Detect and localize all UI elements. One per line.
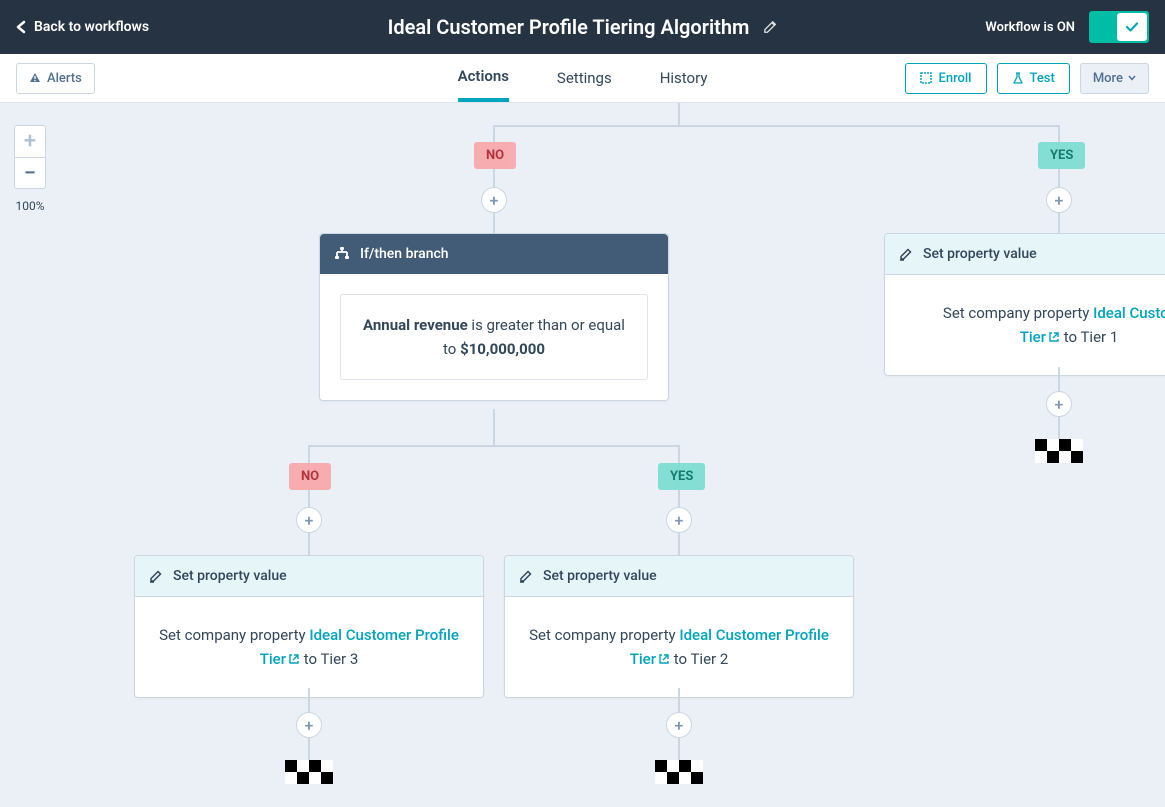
card-title: Set property value <box>173 568 287 584</box>
zoom-out-button[interactable]: − <box>14 157 46 189</box>
edit-icon <box>149 569 163 583</box>
edit-icon <box>899 247 913 261</box>
test-button[interactable]: Test <box>997 63 1070 94</box>
branch-card[interactable]: If/then branch Annual revenue is greater… <box>319 233 669 401</box>
caret-down-icon <box>1128 75 1136 81</box>
enroll-icon <box>920 72 932 84</box>
action-to: to <box>300 650 320 668</box>
workflow-title-wrap: Ideal Customer Profile Tiering Algorithm <box>388 15 778 39</box>
branch-badge-no: NO <box>289 463 331 490</box>
workflow-canvas[interactable]: + − 100% NO YES + + If/ <box>0 103 1165 807</box>
workflow-toggle[interactable] <box>1089 11 1149 43</box>
external-link-icon <box>288 653 300 665</box>
enroll-label: Enroll <box>938 71 971 86</box>
finish-flag-icon <box>285 760 333 784</box>
warning-icon <box>29 72 41 84</box>
back-label: Back to workflows <box>34 19 149 35</box>
more-button[interactable]: More <box>1080 63 1149 94</box>
action-prefix: Set company property <box>943 304 1093 322</box>
sub-bar: Alerts Actions Settings History Enroll T… <box>0 54 1165 103</box>
add-action-button[interactable]: + <box>481 187 507 213</box>
branch-condition: Annual revenue is greater than or equal … <box>340 294 648 380</box>
set-property-card-tier2[interactable]: Set property value Set company property … <box>504 555 854 698</box>
zoom-in-button[interactable]: + <box>14 125 46 157</box>
condition-property: Annual revenue <box>363 316 468 334</box>
diagram: NO YES + + If/then branch Annual revenue… <box>0 103 1165 807</box>
zoom-controls: + − 100% <box>14 125 46 213</box>
add-action-button[interactable]: + <box>296 712 322 738</box>
topbar-right: Workflow is ON <box>985 11 1149 43</box>
card-body: Set company property Ideal Customer Tier… <box>885 275 1165 375</box>
action-value: Tier 3 <box>320 650 358 668</box>
card-header: Set property value <box>135 556 483 597</box>
toggle-knob <box>1117 13 1147 41</box>
subbar-right-buttons: Enroll Test More <box>905 63 1149 94</box>
branch-badge-yes: YES <box>1038 142 1085 169</box>
branch-card-header: If/then branch <box>320 234 668 274</box>
action-prefix: Set company property <box>529 626 679 644</box>
alerts-button[interactable]: Alerts <box>16 63 95 94</box>
add-action-button[interactable]: + <box>296 507 322 533</box>
pencil-icon[interactable] <box>763 20 777 34</box>
finish-flag-icon <box>655 760 703 784</box>
tab-history[interactable]: History <box>660 54 708 102</box>
back-to-workflows-link[interactable]: Back to workflows <box>16 19 149 35</box>
set-property-card-tier1[interactable]: Set property value Set company property … <box>884 233 1165 376</box>
external-link-icon <box>1048 331 1060 343</box>
branch-card-body: Annual revenue is greater than or equal … <box>320 274 668 400</box>
add-action-button[interactable]: + <box>666 507 692 533</box>
card-body: Set company property Ideal Customer Prof… <box>135 597 483 697</box>
branch-card-title: If/then branch <box>360 246 449 262</box>
add-action-button[interactable]: + <box>1046 391 1072 417</box>
external-link-icon <box>658 653 670 665</box>
check-icon <box>1125 20 1139 34</box>
zoom-percentage: 100% <box>14 199 46 213</box>
condition-value: $10,000,000 <box>460 340 545 358</box>
connector <box>493 125 1059 127</box>
add-action-button[interactable]: + <box>666 712 692 738</box>
action-prefix: Set company property <box>159 626 309 644</box>
tabs: Actions Settings History <box>458 54 708 102</box>
test-label: Test <box>1030 71 1055 86</box>
chevron-left-icon <box>16 20 26 34</box>
action-value: Tier 1 <box>1080 328 1118 346</box>
action-value: Tier 2 <box>690 650 728 668</box>
edit-icon <box>519 569 533 583</box>
branch-icon <box>334 247 350 261</box>
workflow-title: Ideal Customer Profile Tiering Algorithm <box>388 15 750 39</box>
connector <box>678 103 680 125</box>
add-action-button[interactable]: + <box>1046 187 1072 213</box>
tab-actions[interactable]: Actions <box>458 54 509 102</box>
branch-badge-yes: YES <box>658 463 705 490</box>
workflow-status: Workflow is ON <box>985 20 1075 35</box>
tab-settings[interactable]: Settings <box>557 54 612 102</box>
card-body: Set company property Ideal Customer Prof… <box>505 597 853 697</box>
set-property-card-tier3[interactable]: Set property value Set company property … <box>134 555 484 698</box>
flask-icon <box>1012 72 1024 84</box>
card-title: Set property value <box>923 246 1037 262</box>
connector <box>308 445 310 555</box>
branch-badge-no: NO <box>474 142 516 169</box>
connector <box>308 445 680 447</box>
alerts-label: Alerts <box>47 71 82 86</box>
connector <box>678 445 680 555</box>
enroll-button[interactable]: Enroll <box>905 63 986 94</box>
card-title: Set property value <box>543 568 657 584</box>
card-header: Set property value <box>885 234 1165 275</box>
connector <box>493 409 495 445</box>
more-label: More <box>1093 71 1123 86</box>
action-to: to <box>1060 328 1080 346</box>
card-header: Set property value <box>505 556 853 597</box>
top-bar: Back to workflows Ideal Customer Profile… <box>0 0 1165 54</box>
finish-flag-icon <box>1035 439 1083 463</box>
action-to: to <box>670 650 690 668</box>
